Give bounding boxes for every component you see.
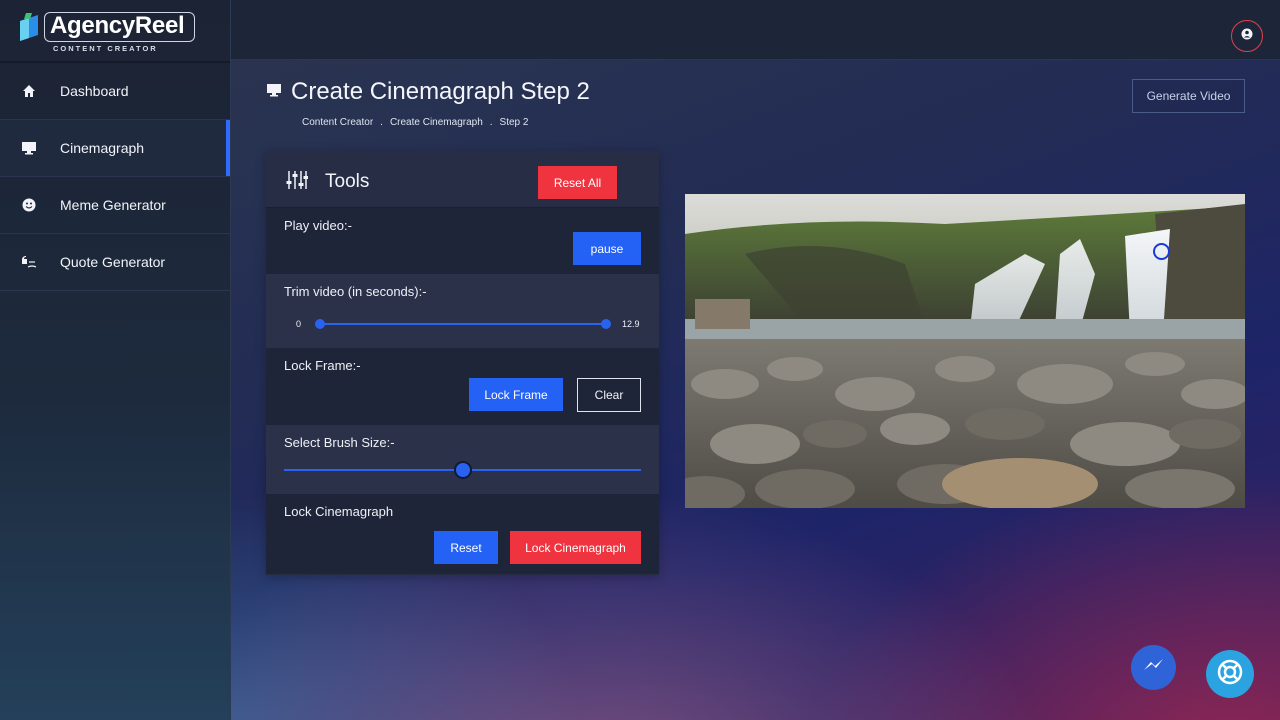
sidebar-item-label: Meme Generator [60, 197, 166, 213]
brush-size-label: Select Brush Size:- [284, 435, 395, 450]
clear-button[interactable]: Clear [577, 378, 641, 412]
sidebar-item-label: Dashboard [60, 83, 129, 99]
sidebar-item-label: Quote Generator [60, 254, 166, 270]
breadcrumb-separator: . [489, 117, 493, 128]
page-header: Create Cinemagraph Step 2 [266, 78, 590, 106]
sidebar-item-label: Cinemagraph [60, 140, 145, 156]
user-menu-button[interactable] [1231, 20, 1263, 52]
brush-size-handle[interactable] [453, 461, 472, 479]
lock-cinemagraph-button[interactable]: Lock Cinemagraph [510, 531, 641, 564]
main-content: Create Cinemagraph Step 2 Content Creato… [231, 60, 1280, 720]
lock-cinemagraph-section: Lock Cinemagraph Reset Lock Cinemagraph [266, 494, 659, 574]
messenger-icon [1141, 654, 1167, 681]
quote-icon [21, 254, 37, 270]
page-title: Create Cinemagraph Step 2 [291, 78, 590, 105]
help-button[interactable] [1206, 650, 1254, 698]
lock-frame-label: Lock Frame:- [284, 358, 361, 373]
home-icon [21, 83, 37, 99]
breadcrumb: Content Creator . Create Cinemagraph . S… [302, 117, 528, 128]
user-icon [1241, 27, 1253, 45]
trim-start-handle[interactable] [315, 319, 325, 329]
pause-button[interactable]: pause [573, 232, 641, 265]
brush-size-section: Select Brush Size:- [266, 425, 659, 494]
trim-max-label: 12.9 [622, 319, 640, 329]
breadcrumb-separator: . [380, 117, 383, 128]
play-video-section: Play video:- pause [266, 208, 659, 274]
lock-frame-button[interactable]: Lock Frame [469, 378, 563, 411]
generate-video-button[interactable]: Generate Video [1132, 79, 1245, 113]
lock-frame-section: Lock Frame:- Lock Frame Clear [266, 348, 659, 425]
sidebar-item-quote-generator[interactable]: Quote Generator [0, 234, 230, 291]
logo[interactable]: AgencyReel CONTENT CREATOR [0, 0, 230, 63]
brush-cursor-icon [1153, 243, 1170, 260]
reset-all-button[interactable]: Reset All [538, 166, 617, 199]
trim-end-handle[interactable] [601, 319, 611, 329]
monitor-icon [21, 140, 37, 156]
lifebuoy-icon [1216, 658, 1244, 691]
video-preview[interactable] [685, 194, 1245, 508]
logo-mark-icon [20, 13, 38, 41]
trim-slider-track[interactable] [320, 323, 606, 325]
trim-min-label: 0 [296, 319, 302, 329]
play-video-label: Play video:- [284, 218, 352, 233]
app: AgencyReel CONTENT CREATOR Dashboard Cin… [0, 0, 1280, 720]
reset-button[interactable]: Reset [434, 531, 498, 564]
monitor-icon [266, 83, 282, 102]
waterfall-scene [685, 194, 1245, 508]
trim-video-section: Trim video (in seconds):- 0 12.9 [266, 274, 659, 348]
tools-panel: Tools Reset All Play video:- pause Trim … [266, 151, 659, 575]
logo-tagline: CONTENT CREATOR [49, 44, 162, 53]
sidebar-item-dashboard[interactable]: Dashboard [0, 63, 230, 120]
smiley-icon [21, 197, 37, 213]
breadcrumb-item[interactable]: Content Creator [302, 117, 373, 128]
trim-video-label: Trim video (in seconds):- [284, 284, 427, 299]
tools-title: Tools [325, 171, 370, 192]
sidebar-item-meme-generator[interactable]: Meme Generator [0, 177, 230, 234]
messenger-button[interactable] [1131, 645, 1176, 690]
breadcrumb-item: Step 2 [499, 117, 529, 128]
breadcrumb-item[interactable]: Create Cinemagraph [390, 117, 483, 128]
sidebar: AgencyReel CONTENT CREATOR Dashboard Cin… [0, 0, 231, 720]
topbar [231, 0, 1280, 60]
sliders-icon [286, 170, 309, 195]
tools-header: Tools Reset All [266, 151, 659, 208]
lock-cinemagraph-label: Lock Cinemagraph [284, 504, 394, 519]
sidebar-item-cinemagraph[interactable]: Cinemagraph [0, 120, 230, 177]
logo-name: AgencyReel [50, 12, 185, 39]
